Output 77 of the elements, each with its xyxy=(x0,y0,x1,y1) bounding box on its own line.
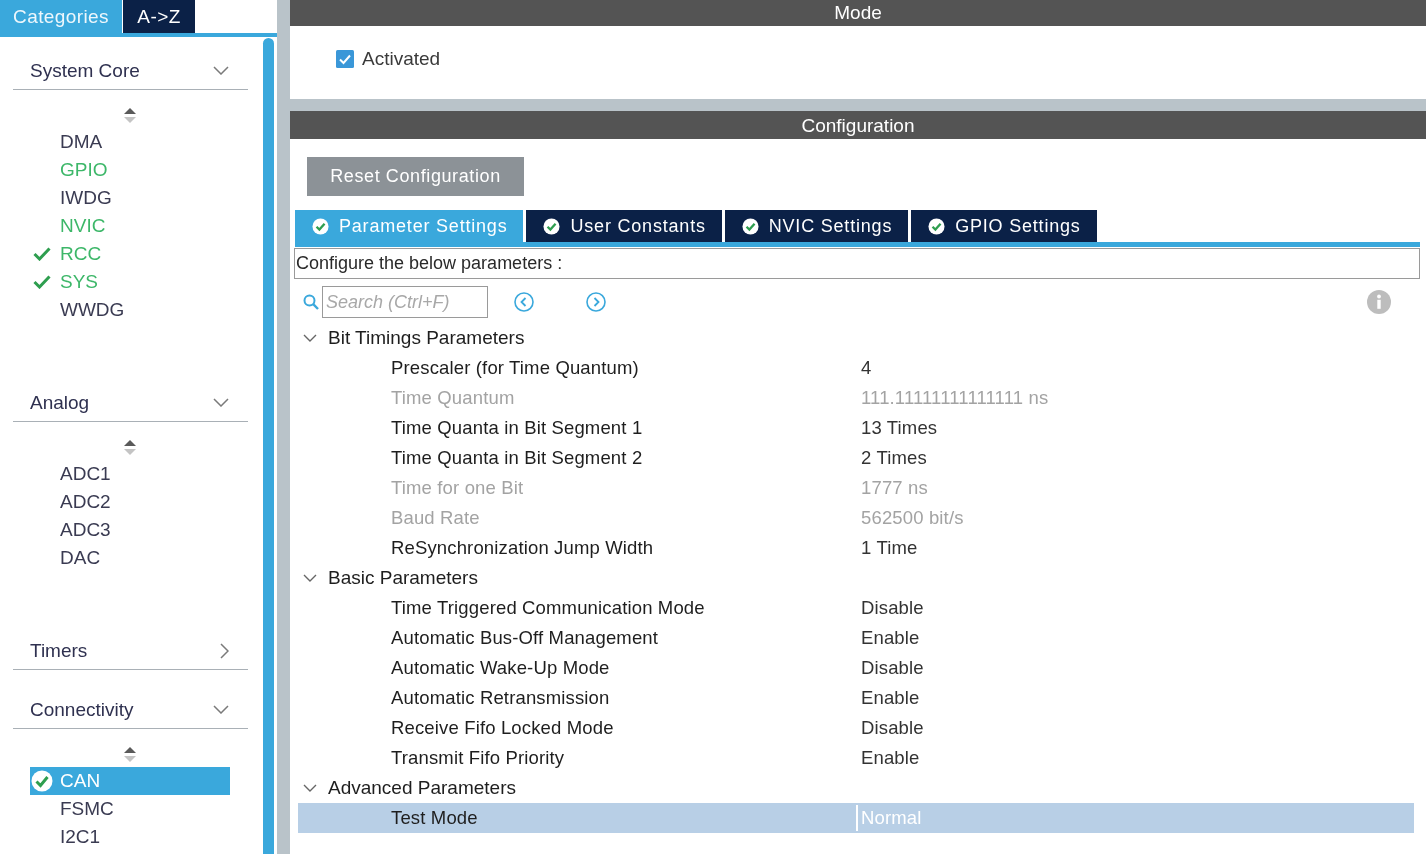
category-header[interactable]: Connectivity xyxy=(13,691,248,729)
parameter-name: Baud Rate xyxy=(390,506,481,530)
parameter-value: Enable xyxy=(860,686,921,710)
section-header: Configuration xyxy=(290,111,1426,139)
peripheral-item[interactable]: DAC xyxy=(30,544,230,572)
scrollbar[interactable] xyxy=(263,38,274,854)
parameter-name: ReSynchronization Jump Width xyxy=(390,536,655,560)
sort-icon[interactable] xyxy=(123,747,136,762)
parameter-name: Time Quanta in Bit Segment 1 xyxy=(390,416,644,440)
parameter-name: Prescaler (for Time Quantum) xyxy=(390,356,640,380)
parameter-row[interactable]: Time Triggered Communication Mode Disable xyxy=(298,593,1414,623)
search-field[interactable]: Search (Ctrl+F) xyxy=(322,286,488,318)
group-header[interactable]: Advanced Parameters xyxy=(298,773,1414,803)
sort-icon[interactable] xyxy=(123,440,136,455)
settings-tab[interactable]: User Constants xyxy=(526,210,722,242)
parameter-value: 4 xyxy=(860,356,873,380)
peripheral-item[interactable]: DMA xyxy=(30,128,230,156)
parameter-row[interactable]: Automatic Retransmission Enable xyxy=(298,683,1414,713)
parameter-name: Automatic Bus-Off Management xyxy=(390,626,660,650)
settings-tab[interactable]: GPIO Settings xyxy=(911,210,1097,242)
sidebar-tab[interactable]: A->Z xyxy=(123,0,195,33)
peripheral-item[interactable]: WWDG xyxy=(30,296,230,324)
check-circle-icon xyxy=(928,217,946,235)
parameter-row[interactable]: Automatic Bus-Off Management Enable xyxy=(298,623,1414,653)
peripheral-item[interactable]: ADC1 xyxy=(30,460,230,488)
parameter-value: Normal xyxy=(856,805,1414,831)
category-header[interactable]: Analog xyxy=(13,384,248,422)
parameter-row[interactable]: Transmit Fifo Priority Enable xyxy=(298,743,1414,773)
check-circle-icon xyxy=(543,217,561,235)
checkbox-label: Activated xyxy=(362,48,441,70)
instructions-text: Configure the below parameters : xyxy=(294,248,1420,279)
category-header[interactable]: System Core xyxy=(13,52,248,90)
parameter-value: 562500 bit/s xyxy=(860,506,965,530)
parameter-value: 2 Times xyxy=(860,446,928,470)
activated-checkbox[interactable] xyxy=(336,50,354,68)
parameter-name: Receive Fifo Locked Mode xyxy=(390,716,615,740)
parameter-name: Time Quantum xyxy=(390,386,516,410)
parameter-value: Enable xyxy=(860,746,921,770)
parameter-name: Test Mode xyxy=(390,806,479,830)
parameter-value: 1 Time xyxy=(860,536,919,560)
parameter-row[interactable]: Time Quanta in Bit Segment 1 13 Times xyxy=(298,413,1414,443)
check-circle-icon xyxy=(741,217,759,235)
parameter-name: Automatic Retransmission xyxy=(390,686,611,710)
next-icon[interactable] xyxy=(586,292,606,312)
category-header[interactable]: Timers xyxy=(13,632,248,670)
group-header[interactable]: Basic Parameters xyxy=(298,563,1414,593)
search-icon[interactable] xyxy=(303,294,319,310)
peripheral-item[interactable]: ADC3 xyxy=(30,516,230,544)
peripheral-item[interactable]: IWDG xyxy=(30,184,230,212)
parameter-row[interactable]: ReSynchronization Jump Width 1 Time xyxy=(298,533,1414,563)
parameter-value: Enable xyxy=(860,626,921,650)
parameter-name: Time Triggered Communication Mode xyxy=(390,596,706,620)
parameter-value: Disable xyxy=(860,656,925,680)
parameter-name: Time Quanta in Bit Segment 2 xyxy=(390,446,644,470)
parameter-row[interactable]: Receive Fifo Locked Mode Disable xyxy=(298,713,1414,743)
previous-icon[interactable] xyxy=(514,292,534,312)
parameter-row[interactable]: Prescaler (for Time Quantum) 4 xyxy=(298,353,1414,383)
parameter-name: Time for one Bit xyxy=(390,476,525,500)
parameter-name: Automatic Wake-Up Mode xyxy=(390,656,611,680)
group-header[interactable]: Bit Timings Parameters xyxy=(298,323,1414,353)
parameter-value: Disable xyxy=(860,716,925,740)
parameter-name: Transmit Fifo Priority xyxy=(390,746,566,770)
parameter-value: 13 Times xyxy=(860,416,939,440)
parameter-value: 111.11111111111111 ns xyxy=(860,386,1050,410)
sort-icon[interactable] xyxy=(123,108,136,123)
peripheral-item[interactable]: ADC2 xyxy=(30,488,230,516)
section-header: Mode xyxy=(290,0,1426,26)
parameter-value: Disable xyxy=(860,596,925,620)
peripheral-item[interactable]: I2C1 xyxy=(30,823,230,851)
peripheral-item[interactable]: FSMC xyxy=(30,795,230,823)
parameter-value: 1777 ns xyxy=(860,476,929,500)
parameter-row[interactable]: Time Quanta in Bit Segment 2 2 Times xyxy=(298,443,1414,473)
parameter-row[interactable]: Test Mode Normal xyxy=(298,803,1414,833)
settings-tab[interactable]: NVIC Settings xyxy=(724,210,909,242)
info-icon[interactable] xyxy=(1367,290,1391,314)
check-circle-icon xyxy=(312,217,329,235)
parameter-row[interactable]: Automatic Wake-Up Mode Disable xyxy=(298,653,1414,683)
